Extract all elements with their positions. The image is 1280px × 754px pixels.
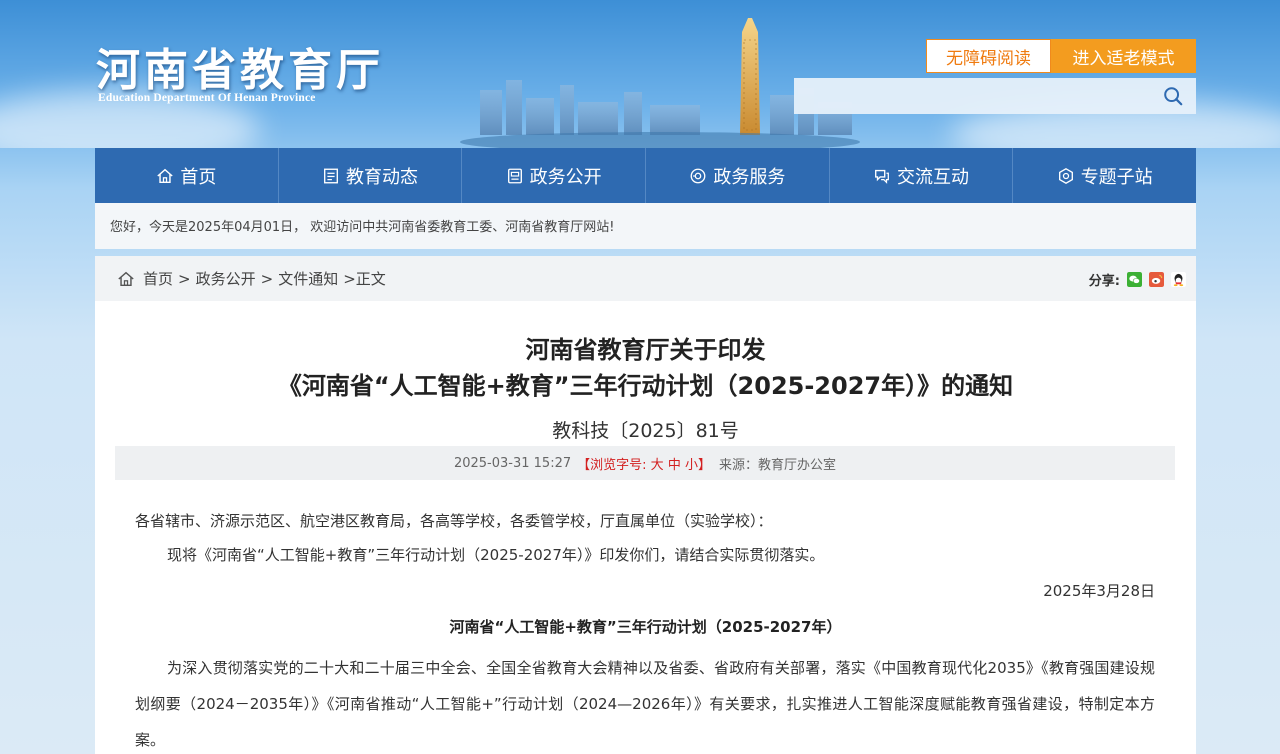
article-title-line1: 河南省教育厅关于印发 (525, 336, 766, 364)
search-icon[interactable] (1162, 85, 1184, 107)
nav-item-home[interactable]: 首页 (95, 148, 279, 203)
font-size-switcher: 【浏览字号: 大 中 小】 (577, 454, 711, 473)
nav-item-label: 专题子站 (1080, 166, 1153, 188)
font-size-medium-button[interactable]: 中 (668, 458, 681, 473)
nav-item-interaction[interactable]: 交流互动 (830, 148, 1014, 203)
recipients-paragraph: 各省辖市、济源示范区、航空港区教育局，各高等学校，各委管学校，厅直属单位（实验学… (135, 512, 773, 530)
font-size-label-end: 】 (697, 457, 711, 473)
article-source: 来源：教育厅办公室 (719, 457, 837, 473)
document-number: 教科技〔2025〕81号 (552, 420, 739, 442)
breadcrumb-government-affairs-link[interactable]: 政务公开 (196, 268, 256, 289)
share-bar: 分享: (1089, 270, 1186, 289)
plan-title: 河南省“人工智能+教育”三年行动计划（2025-2027年） (449, 618, 842, 636)
site-logo-title[interactable]: 河南省教育厅 (96, 34, 384, 98)
welcome-bar: 您好，今天是2025年04月01日， 欢迎访问中共河南省委教育工委、河南省教育厅… (95, 203, 1196, 249)
font-size-label: 【浏览字号: (577, 457, 647, 473)
header-buttons: 无障碍阅读 进入适老模式 (926, 39, 1196, 73)
nav-item-label: 交流互动 (897, 166, 970, 188)
accessible-reading-button[interactable]: 无障碍阅读 (926, 39, 1051, 73)
nav-item-education-news[interactable]: 教育动态 (279, 148, 463, 203)
breadcrumb-separator: > (178, 269, 191, 288)
service-icon (690, 168, 706, 183)
home-icon (157, 168, 174, 183)
search-box (794, 78, 1196, 114)
main-nav: 首页 教育动态 政务公开 政务服务 交流互动 专题子站 (95, 148, 1196, 203)
intro-paragraph: 现将《河南省“人工智能+教育”三年行动计划（2025-2027年）》印发你们，请… (167, 546, 825, 564)
nav-item-government-affairs[interactable]: 政务公开 (462, 148, 647, 203)
article-title-line2: 《河南省“人工智能+教育”三年行动计划（2025-2027年）》的通知 (277, 372, 1014, 400)
breadcrumb-home-link[interactable]: 首页 (143, 268, 173, 289)
main-paragraph: 为深入贯彻落实党的二十大和二十届三中全会、全国全省教育大会精神以及省委、省政府有… (135, 659, 1155, 749)
nav-item-government-services[interactable]: 政务服务 (646, 148, 830, 203)
font-size-small-button[interactable]: 小 (685, 458, 698, 473)
article-meta: 2025-03-31 15:27 【浏览字号: 大 中 小】 来源：教育厅办公室 (115, 446, 1175, 480)
publish-datetime: 2025-03-31 15:27 (453, 455, 572, 471)
nav-item-label: 教育动态 (346, 166, 418, 188)
nav-item-label: 政务服务 (713, 166, 786, 188)
breadcrumb-current: 正文 (355, 270, 386, 288)
document-icon (507, 168, 522, 183)
wechat-icon[interactable] (1127, 272, 1142, 287)
nav-item-subsites[interactable]: 专题子站 (1013, 148, 1196, 203)
site-logo-subtitle: Education Department Of Henan Province (98, 92, 316, 104)
subsite-icon (1058, 167, 1073, 184)
article-panel: 首页 > 政务公开 > 文件通知 > 正文 分享: 河南省教育厅关于印发 《河南… (95, 256, 1196, 754)
font-size-large-button[interactable]: 大 (651, 458, 664, 473)
weibo-icon[interactable] (1149, 272, 1164, 287)
issue-date: 2025年3月28日 (1043, 582, 1155, 600)
home-icon (118, 271, 134, 286)
chat-icon (875, 169, 889, 184)
breadcrumb-notices-link[interactable]: 文件通知 (278, 268, 338, 289)
breadcrumb-separator: > (260, 269, 274, 288)
news-icon (324, 168, 338, 183)
search-input[interactable] (794, 78, 1154, 114)
breadcrumb-separator: > (343, 269, 356, 288)
qq-icon[interactable] (1171, 272, 1186, 287)
breadcrumb: 首页 > 政务公开 > 文件通知 > 正文 分享: (95, 256, 1196, 301)
nav-item-label: 政务公开 (529, 166, 602, 188)
site-header: 河南省教育厅 Education Department Of Henan Pro… (0, 0, 1280, 148)
share-label: 分享: (1088, 274, 1120, 289)
elder-mode-button[interactable]: 进入适老模式 (1051, 39, 1196, 73)
nav-item-label: 首页 (180, 166, 217, 188)
